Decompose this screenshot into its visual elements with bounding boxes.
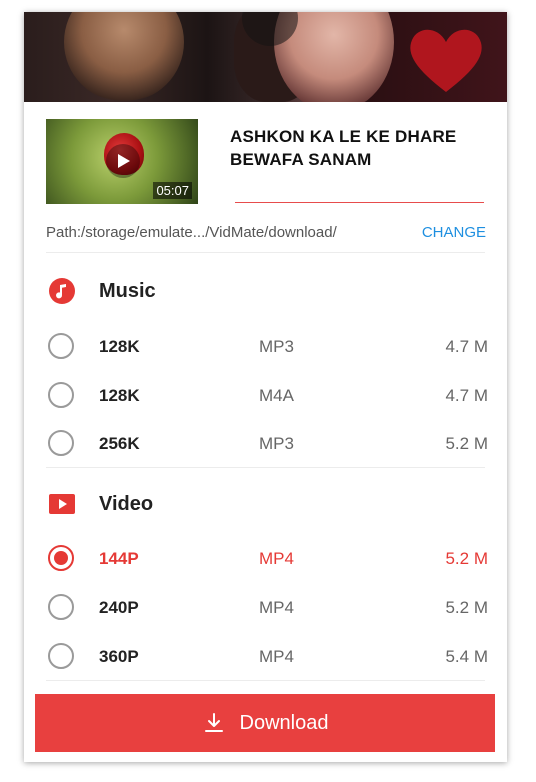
- music-section-label: Music: [99, 279, 156, 302]
- radio-button-selected[interactable]: [48, 545, 74, 571]
- music-option-3[interactable]: 256K MP3 5.2 M: [48, 428, 488, 458]
- option-size: 4.7 M: [445, 337, 488, 356]
- header-image: [24, 12, 507, 102]
- divider: [46, 252, 485, 253]
- option-format: MP3: [259, 337, 294, 356]
- option-size: 5.2 M: [445, 549, 488, 568]
- option-size: 5.4 M: [445, 647, 488, 666]
- option-size: 5.2 M: [445, 598, 488, 617]
- option-size: 4.7 M: [445, 386, 488, 405]
- change-path-button[interactable]: CHANGE: [422, 224, 486, 241]
- option-format: MP4: [259, 549, 294, 568]
- music-option-2[interactable]: 128K M4A 4.7 M: [48, 380, 488, 410]
- video-option-2[interactable]: 240P MP4 5.2 M: [48, 592, 488, 622]
- option-quality: 144P: [99, 549, 139, 568]
- download-path-row: Path:/storage/emulate.../VidMate/downloa…: [46, 224, 486, 244]
- video-option-1[interactable]: 144P MP4 5.2 M: [48, 543, 488, 573]
- download-label: Download: [239, 711, 329, 734]
- title-underline: [235, 202, 484, 203]
- play-icon[interactable]: [106, 144, 140, 178]
- download-button[interactable]: Download: [35, 694, 495, 752]
- music-note-icon: [48, 277, 76, 305]
- video-section-label: Video: [99, 492, 154, 515]
- radio-button[interactable]: [48, 643, 74, 669]
- music-section-header: Music: [48, 276, 156, 306]
- radio-button[interactable]: [48, 333, 74, 359]
- option-format: MP3: [259, 434, 294, 453]
- option-quality: 128K: [99, 386, 140, 405]
- video-option-3[interactable]: 360P MP4 5.4 M: [48, 641, 488, 671]
- divider: [46, 680, 485, 681]
- option-quality: 256K: [99, 434, 140, 453]
- option-quality: 128K: [99, 337, 140, 356]
- option-format: M4A: [259, 386, 294, 405]
- youtube-play-icon: [48, 490, 76, 518]
- download-icon: [202, 711, 226, 735]
- video-section-header: Video: [48, 489, 153, 519]
- music-option-1[interactable]: 128K MP3 4.7 M: [48, 331, 488, 361]
- video-title-line-1: ASHKON KA LE KE DHARE: [230, 127, 457, 146]
- video-title: ASHKON KA LE KE DHARE BEWAFA SANAM: [230, 125, 490, 171]
- radio-button[interactable]: [48, 382, 74, 408]
- option-quality: 360P: [99, 647, 139, 666]
- heart-icon: [410, 29, 482, 92]
- download-path: Path:/storage/emulate.../VidMate/downloa…: [46, 224, 337, 241]
- option-quality: 240P: [99, 598, 139, 617]
- option-size: 5.2 M: [445, 434, 488, 453]
- option-format: MP4: [259, 598, 294, 617]
- radio-button[interactable]: [48, 430, 74, 456]
- divider: [46, 467, 485, 468]
- option-format: MP4: [259, 647, 294, 666]
- download-dialog: 05:07 ASHKON KA LE KE DHARE BEWAFA SANAM…: [24, 12, 507, 762]
- video-title-line-2: BEWAFA SANAM: [230, 150, 372, 169]
- radio-button[interactable]: [48, 594, 74, 620]
- video-thumbnail[interactable]: 05:07: [46, 119, 198, 204]
- video-duration: 05:07: [153, 182, 192, 199]
